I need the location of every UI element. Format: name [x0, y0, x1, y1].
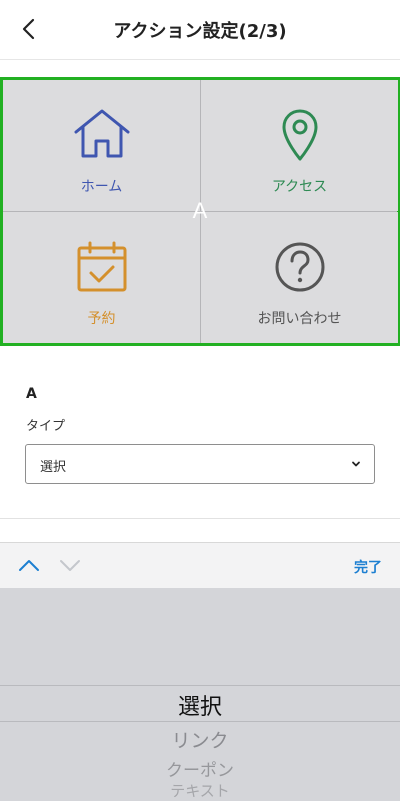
picker-option[interactable]: リンク — [0, 726, 400, 753]
tile-reservation[interactable]: 予約 — [3, 212, 200, 343]
chevron-down-icon — [352, 461, 360, 467]
section-label: A — [26, 386, 37, 402]
picker-option-selected[interactable]: 選択 — [0, 689, 400, 721]
tile-label: 予約 — [87, 311, 116, 327]
type-select[interactable]: 選択 — [25, 444, 375, 484]
tile-label: アクセス — [271, 179, 328, 195]
tile-label: お問い合わせ — [257, 311, 342, 327]
picker-option[interactable]: クーポン — [0, 756, 400, 781]
picker-selection-line-bottom — [0, 721, 400, 722]
tile-label: ホーム — [80, 179, 123, 195]
next-field-button[interactable] — [58, 555, 82, 575]
calendar-check-icon — [77, 241, 126, 292]
previous-field-button[interactable] — [17, 555, 41, 575]
option-picker[interactable]: 選択 リンク クーポン テキスト — [0, 588, 400, 801]
map-pin-icon — [282, 109, 317, 161]
page-title: アクション設定(2/3) — [113, 21, 287, 42]
home-icon — [74, 109, 129, 158]
header: アクション設定(2/3) — [0, 0, 400, 60]
chevron-up-icon — [19, 560, 39, 571]
picker-selection-line-top — [0, 685, 400, 686]
done-button[interactable]: 完了 — [354, 557, 382, 577]
grid-overlay-letter: A — [192, 198, 208, 223]
tile-home[interactable]: ホーム — [3, 80, 200, 211]
picker-toolbar: 完了 — [0, 542, 400, 588]
tile-access[interactable]: アクセス — [201, 80, 398, 211]
select-value: 選択 — [40, 460, 67, 475]
picker-option[interactable]: テキスト — [0, 780, 400, 801]
type-label: タイプ — [26, 419, 66, 434]
action-grid: ホーム アクセス 予約 お問い合わせ A — [0, 77, 400, 346]
divider — [0, 518, 400, 519]
chevron-down-icon — [60, 560, 80, 571]
tile-inquiry[interactable]: お問い合わせ — [201, 212, 398, 343]
question-circle-icon — [275, 242, 324, 292]
